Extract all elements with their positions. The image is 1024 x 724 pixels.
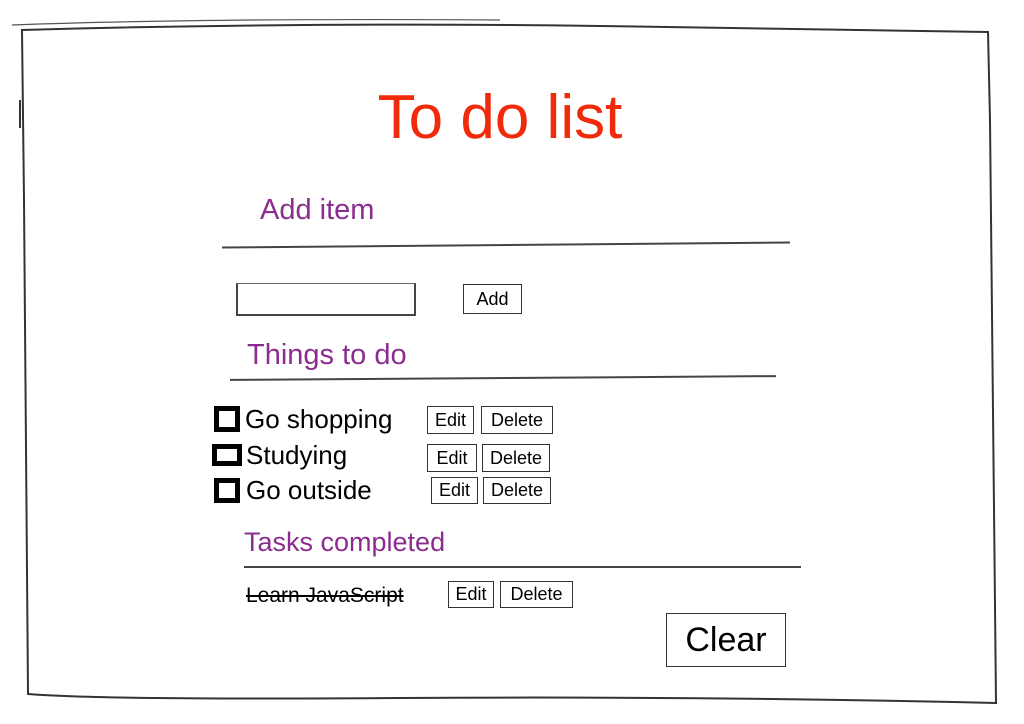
tasks-completed-heading: Tasks completed	[244, 527, 446, 557]
edit-button[interactable]: Edit	[427, 444, 477, 472]
clear-button[interactable]: Clear	[666, 613, 786, 667]
new-item-input[interactable]	[236, 283, 416, 316]
edit-button[interactable]: Edit	[431, 477, 478, 504]
item-label: Go outside	[246, 475, 372, 505]
checkbox[interactable]	[212, 444, 242, 466]
edit-button[interactable]: Edit	[448, 581, 494, 608]
item-label: Studying	[246, 440, 348, 470]
delete-button[interactable]: Delete	[500, 581, 573, 608]
edit-button[interactable]: Edit	[427, 406, 474, 434]
tasks-completed-divider	[244, 566, 801, 568]
item-label: Go shopping	[245, 404, 393, 434]
delete-button[interactable]: Delete	[483, 477, 551, 504]
add-button[interactable]: Add	[463, 284, 522, 314]
delete-button[interactable]: Delete	[482, 444, 550, 472]
checkbox[interactable]	[214, 406, 240, 432]
delete-button[interactable]: Delete	[481, 406, 553, 434]
things-to-do-heading: Things to do	[247, 339, 407, 371]
page-title: To do list	[377, 83, 623, 152]
checkbox[interactable]	[214, 478, 240, 503]
add-item-heading: Add item	[260, 194, 375, 226]
completed-item-label: Learn JavaScript	[246, 584, 404, 607]
